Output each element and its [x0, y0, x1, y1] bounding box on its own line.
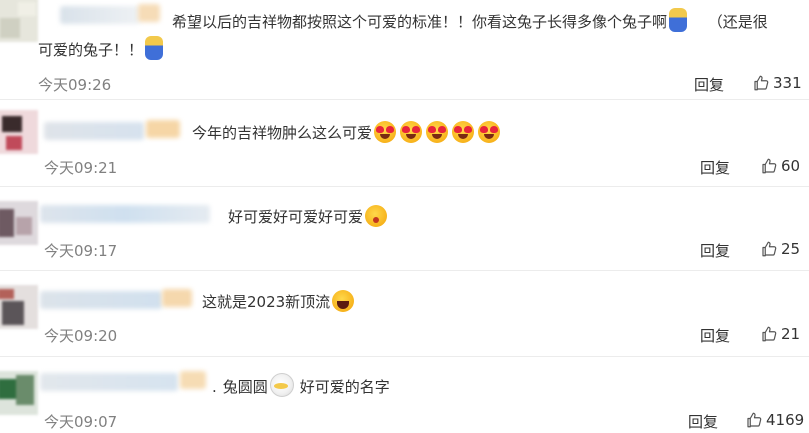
heart-eyes-emoji-icon — [374, 121, 397, 143]
comment-text: 这就是2023新顶流 — [202, 288, 356, 316]
comment-text-line2: 可爱的兔子！！ — [38, 36, 165, 64]
like-button[interactable]: 60 — [760, 157, 800, 175]
heart-eyes-emoji-icon — [426, 121, 449, 143]
like-button[interactable]: 25 — [760, 240, 800, 258]
like-count: 4169 — [766, 411, 805, 429]
heart-eyes-emoji-icon — [478, 121, 501, 143]
username-badge — [162, 289, 192, 307]
comment-text: 希望以后的吉祥物都按照这个可爱的标准！！你看这兔子长得多像个兔子啊 （还是很 — [172, 8, 768, 36]
like-count: 331 — [773, 74, 802, 92]
like-button[interactable]: 4169 — [745, 411, 804, 429]
like-count: 60 — [781, 157, 801, 175]
like-button[interactable]: 21 — [760, 325, 800, 343]
avatar[interactable] — [0, 0, 38, 42]
comment-time: 今天09:17 — [44, 242, 118, 260]
comment-item: 好可爱好可爱好可爱 今天09:17 回复 25 — [0, 187, 809, 269]
avatar[interactable] — [0, 371, 38, 415]
reply-button[interactable]: 回复 — [700, 157, 730, 178]
thumbs-up-icon — [762, 158, 777, 174]
reply-button[interactable]: 回复 — [688, 411, 718, 432]
username-badge — [180, 371, 206, 389]
hug-emoji-icon — [269, 373, 294, 397]
laughing-emoji-icon — [332, 290, 355, 312]
comment-time: 今天09:26 — [38, 76, 112, 94]
comments-panel: { "comments": [ { "text_line1": "希望以后的吉祥… — [0, 0, 809, 433]
comment-time: 今天09:21 — [44, 159, 118, 177]
reply-button[interactable]: 回复 — [700, 325, 730, 346]
reply-button[interactable]: 回复 — [700, 240, 730, 261]
username-badge — [146, 120, 180, 138]
comment-item: 今年的吉祥物肿么这么可爱 今天09:21 回复 60 — [0, 100, 809, 186]
username[interactable] — [40, 373, 178, 391]
comment-text: 今年的吉祥物肿么这么可爱 — [192, 119, 502, 147]
thumbs-up-icon — [762, 326, 777, 342]
reply-button[interactable]: 回复 — [694, 74, 724, 95]
person-emoji-icon — [145, 36, 164, 60]
username[interactable] — [40, 205, 210, 223]
heart-eyes-emoji-icon — [452, 121, 475, 143]
heart-eyes-emoji-icon — [400, 121, 423, 143]
comment-text: 好可爱好可爱好可爱 — [228, 203, 389, 231]
thumbs-up-icon — [762, 241, 777, 257]
like-count: 25 — [781, 240, 801, 258]
thumbs-up-icon — [747, 412, 762, 428]
person-emoji-icon — [669, 8, 688, 32]
username[interactable] — [44, 122, 144, 140]
avatar[interactable] — [0, 285, 38, 329]
thumbs-up-icon — [754, 75, 769, 91]
wink-kiss-emoji-icon — [365, 205, 388, 227]
avatar[interactable] — [0, 110, 38, 154]
comment-time: 今天09:20 — [44, 327, 118, 345]
comment-text: . 兔圆圆 好可爱的名字 — [212, 373, 390, 401]
username-badge — [138, 4, 160, 22]
comment-item: 希望以后的吉祥物都按照这个可爱的标准！！你看这兔子长得多像个兔子啊 （还是很 可… — [0, 0, 809, 94]
comment-time: 今天09:07 — [44, 413, 118, 431]
like-button[interactable]: 331 — [752, 74, 802, 92]
avatar[interactable] — [0, 201, 38, 245]
username[interactable] — [40, 291, 162, 309]
comment-item: 这就是2023新顶流 今天09:20 回复 21 — [0, 271, 809, 355]
like-count: 21 — [781, 325, 801, 343]
username[interactable] — [60, 6, 140, 24]
comment-item: . 兔圆圆 好可爱的名字 今天09:07 回复 4169 — [0, 357, 809, 433]
